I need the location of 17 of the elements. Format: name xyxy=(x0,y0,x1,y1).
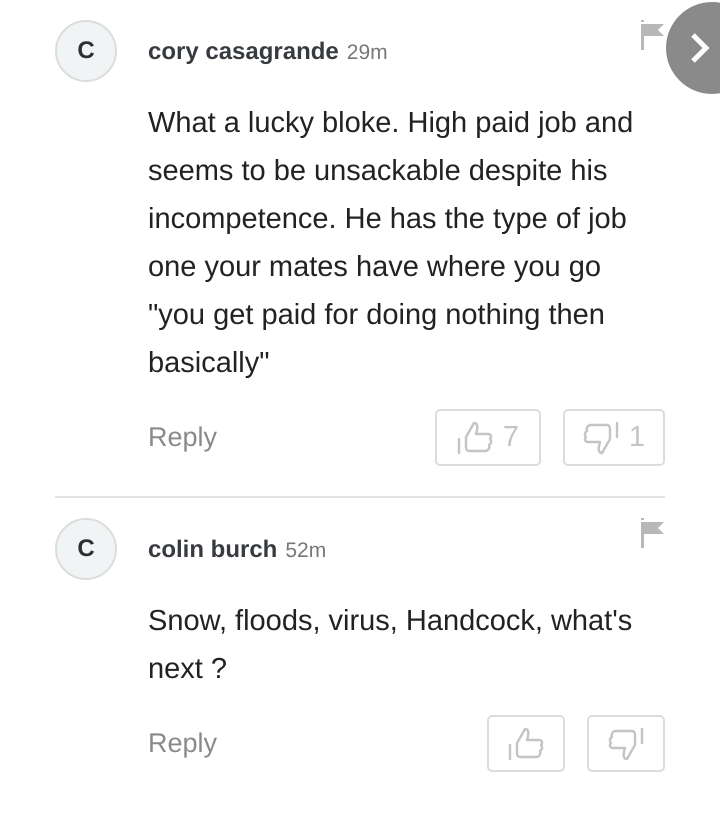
flag-icon[interactable] xyxy=(639,20,665,50)
thumbs-up-icon xyxy=(456,420,493,454)
comment-time: 29m xyxy=(346,40,388,66)
comment-text: Snow, floods, virus, Handcock, what's next ? xyxy=(148,604,634,687)
flag-icon[interactable] xyxy=(639,518,665,548)
like-button[interactable] xyxy=(487,715,565,772)
author-name[interactable]: cory casagrande xyxy=(148,34,339,70)
avatar[interactable]: C xyxy=(55,518,117,580)
avatar[interactable]: C xyxy=(55,20,117,82)
author-name[interactable]: colin burch xyxy=(148,532,278,568)
chevron-right-icon xyxy=(690,32,710,64)
thumbs-up-icon xyxy=(508,726,544,760)
thumbs-down-icon xyxy=(582,420,619,454)
dislike-button[interactable] xyxy=(587,715,665,772)
thumbs-down-icon xyxy=(608,726,644,760)
comment-time: 52m xyxy=(285,538,326,564)
comment-text: What a lucky bloke. High paid job and seems to be unsackable despite his incompetence. He has the type of job one your mates have where you go "you get paid for doing nothing then basically" xyxy=(148,106,634,381)
